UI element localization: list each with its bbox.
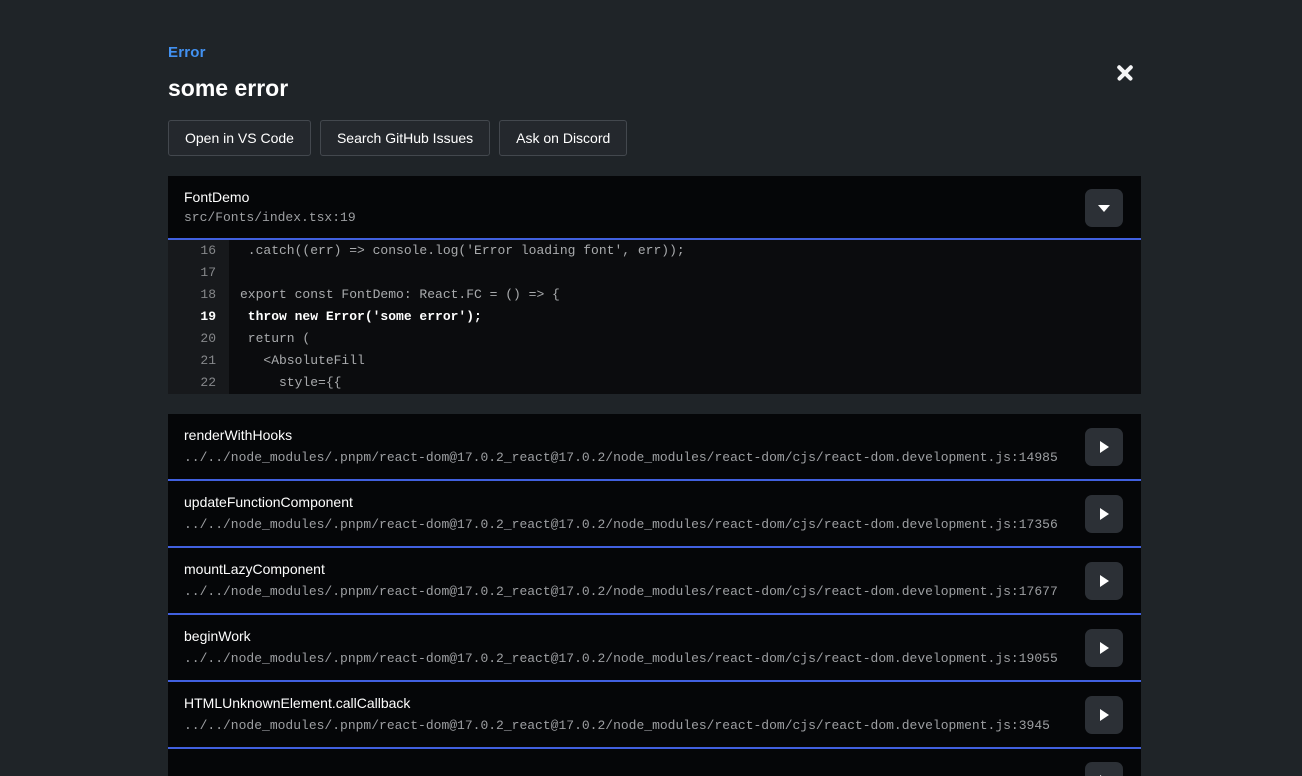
stack-frame-partial [168, 749, 1141, 776]
stack-frame-location: ../../node_modules/.pnpm/react-dom@17.0.… [184, 584, 1125, 600]
error-type-label: Error [168, 44, 1141, 61]
stack-frame-text: HTMLUnknownElement.callCallback ../../no… [184, 695, 1125, 734]
action-buttons: Open in VS Code Search GitHub Issues Ask… [168, 120, 1141, 156]
line-number: 21 [168, 350, 229, 372]
stack-frame-function: mountLazyComponent [184, 561, 1125, 578]
line-number: 18 [168, 284, 229, 306]
stack-trace-list: renderWithHooks ../../node_modules/.pnpm… [168, 414, 1141, 776]
code-frame: FontDemo src/Fonts/index.tsx:19 16 .catc… [168, 176, 1141, 394]
code-line: 16 .catch((err) => console.log('Error lo… [168, 240, 1141, 262]
stack-frame-function: beginWork [184, 628, 1125, 645]
search-github-issues-button[interactable]: Search GitHub Issues [320, 120, 490, 156]
expand-stack-frame-button[interactable] [1085, 696, 1123, 734]
expand-stack-frame-button[interactable] [1085, 629, 1123, 667]
line-number: 20 [168, 328, 229, 350]
play-icon [1100, 508, 1109, 520]
code-line: 18 export const FontDemo: React.FC = () … [168, 284, 1141, 306]
line-number: 19 [168, 306, 229, 328]
stack-frame: mountLazyComponent ../../node_modules/.p… [168, 548, 1141, 615]
stack-frame-text: updateFunctionComponent ../../node_modul… [184, 494, 1125, 533]
ask-on-discord-button[interactable]: Ask on Discord [499, 120, 627, 156]
line-code: <AbsoluteFill [229, 350, 365, 372]
stack-frame: renderWithHooks ../../node_modules/.pnpm… [168, 414, 1141, 481]
error-overlay-content: Error some error Open in VS Code Search … [168, 44, 1141, 776]
expand-stack-frame-button[interactable] [1085, 495, 1123, 533]
line-code [229, 262, 240, 284]
play-icon [1100, 575, 1109, 587]
code-snippet: 16 .catch((err) => console.log('Error lo… [168, 240, 1141, 394]
line-number: 17 [168, 262, 229, 284]
code-line: 22 style={{ [168, 372, 1141, 394]
code-line: 17 [168, 262, 1141, 284]
play-icon [1100, 642, 1109, 654]
code-frame-location: src/Fonts/index.tsx:19 [184, 210, 1125, 226]
open-in-vscode-button[interactable]: Open in VS Code [168, 120, 311, 156]
line-number: 22 [168, 372, 229, 394]
stack-frame-function: HTMLUnknownElement.callCallback [184, 695, 1125, 712]
play-icon [1100, 709, 1109, 721]
stack-frame-location: ../../node_modules/.pnpm/react-dom@17.0.… [184, 517, 1125, 533]
stack-frame-location: ../../node_modules/.pnpm/react-dom@17.0.… [184, 718, 1125, 734]
expand-stack-frame-button[interactable] [1085, 562, 1123, 600]
stack-frame-text: mountLazyComponent ../../node_modules/.p… [184, 561, 1125, 600]
line-code: .catch((err) => console.log('Error loadi… [229, 240, 685, 262]
code-frame-title: FontDemo [184, 189, 1125, 206]
expand-stack-frame-button[interactable] [1085, 428, 1123, 466]
line-code: export const FontDemo: React.FC = () => … [229, 284, 560, 306]
error-message: some error [168, 75, 1141, 102]
stack-frame-location: ../../node_modules/.pnpm/react-dom@17.0.… [184, 651, 1125, 667]
code-frame-header: FontDemo src/Fonts/index.tsx:19 [168, 176, 1141, 240]
code-line: 21 <AbsoluteFill [168, 350, 1141, 372]
chevron-down-icon [1098, 205, 1110, 212]
expand-stack-frame-button[interactable] [1085, 762, 1123, 776]
stack-frame: beginWork ../../node_modules/.pnpm/react… [168, 615, 1141, 682]
stack-frame-text: beginWork ../../node_modules/.pnpm/react… [184, 628, 1125, 667]
line-code: throw new Error('some error'); [229, 306, 482, 328]
stack-frame-text: renderWithHooks ../../node_modules/.pnpm… [184, 427, 1125, 466]
code-line: 19 throw new Error('some error'); [168, 306, 1141, 328]
line-code: style={{ [229, 372, 341, 394]
play-icon [1100, 441, 1109, 453]
stack-frame: updateFunctionComponent ../../node_modul… [168, 481, 1141, 548]
code-line: 20 return ( [168, 328, 1141, 350]
collapse-code-frame-button[interactable] [1085, 189, 1123, 227]
stack-frame-function: renderWithHooks [184, 427, 1125, 444]
stack-frame: HTMLUnknownElement.callCallback ../../no… [168, 682, 1141, 749]
line-number: 16 [168, 240, 229, 262]
stack-frame-location: ../../node_modules/.pnpm/react-dom@17.0.… [184, 450, 1125, 466]
line-code: return ( [229, 328, 310, 350]
stack-frame-function: updateFunctionComponent [184, 494, 1125, 511]
